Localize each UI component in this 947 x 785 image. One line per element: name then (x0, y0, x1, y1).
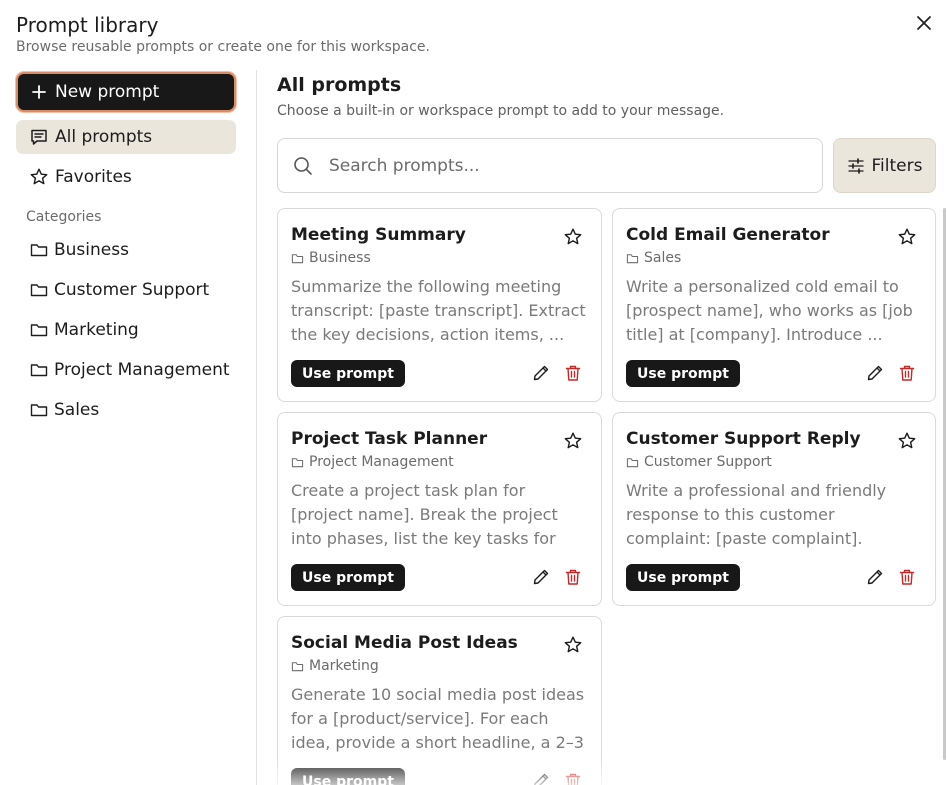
folder-icon (30, 364, 48, 377)
dialog-subtitle: Browse reusable prompts or create one fo… (16, 39, 430, 55)
prompt-category-label: Sales (644, 250, 682, 266)
prompt-description: Generate 10 social media post ideas for … (291, 685, 585, 752)
prompt-name: Project Task Planner (291, 429, 488, 449)
use-prompt-button[interactable]: Use prompt (626, 564, 740, 591)
prompt-description: Summarize the following meeting transcri… (291, 277, 586, 344)
favorite-star-icon[interactable] (897, 227, 917, 247)
delete-trash-icon[interactable] (898, 364, 916, 382)
search-input[interactable] (329, 155, 799, 176)
new-prompt-button[interactable]: New prompt (16, 72, 236, 112)
prompt-card: Meeting Summary Business Summarize the f… (277, 208, 602, 402)
prompt-description: Write a professional and friendly respon… (626, 481, 887, 548)
sidebar-item-label: Marketing (54, 320, 139, 340)
search-field[interactable] (277, 138, 823, 193)
edit-pencil-icon[interactable] (532, 568, 550, 586)
close-button[interactable] (913, 12, 935, 34)
prompt-category-label: Customer Support (644, 454, 772, 470)
categories-heading: Categories (26, 209, 102, 225)
prompt-category-label: Project Management (309, 454, 454, 470)
main-panel: All prompts Choose a built-in or workspa… (277, 72, 937, 119)
close-icon (917, 16, 931, 30)
search-row: Filters (277, 138, 936, 193)
prompt-name: Cold Email Generator (626, 225, 830, 245)
folder-icon (626, 457, 639, 467)
use-prompt-button[interactable]: Use prompt (291, 360, 405, 387)
folder-icon (30, 284, 48, 297)
sidebar-item-sales[interactable]: Sales (16, 390, 236, 430)
delete-trash-icon[interactable] (564, 568, 582, 586)
plus-icon (32, 85, 46, 99)
sidebar-item-customer-support[interactable]: Customer Support (16, 270, 236, 310)
sidebar-item-business[interactable]: Business (16, 230, 236, 270)
sidebar-item-label: Sales (54, 400, 100, 420)
star-icon (30, 168, 48, 185)
folder-icon (291, 253, 304, 263)
sidebar-item-favorites[interactable]: Favorites (16, 160, 236, 194)
search-icon (294, 156, 312, 175)
message-square-icon (31, 129, 47, 145)
use-prompt-button[interactable]: Use prompt (626, 360, 740, 387)
prompt-grid-scroll[interactable]: Meeting Summary Business Summarize the f… (277, 208, 947, 785)
sidebar-item-label: Business (54, 240, 129, 260)
sidebar-divider (256, 70, 257, 785)
delete-trash-icon[interactable] (564, 772, 582, 785)
prompt-description: Create a project task plan for [project … (291, 481, 558, 548)
filters-button[interactable]: Filters (833, 138, 936, 193)
prompt-category: Marketing (291, 658, 588, 674)
sidebar: New prompt All prompts Favorites Categor… (16, 72, 236, 430)
prompt-card: Project Task Planner Project Management … (277, 412, 602, 606)
prompt-name: Customer Support Reply (626, 429, 861, 449)
folder-icon (30, 404, 48, 417)
dialog-title: Prompt library (16, 13, 159, 37)
prompt-name: Meeting Summary (291, 225, 466, 245)
sidebar-item-marketing[interactable]: Marketing (16, 310, 236, 350)
prompt-card: Customer Support Reply Customer Support … (612, 412, 936, 606)
use-prompt-button[interactable]: Use prompt (291, 768, 405, 785)
folder-icon (30, 324, 48, 337)
filters-label: Filters (871, 155, 923, 176)
dialog-header: Prompt library Browse reusable prompts o… (16, 12, 430, 55)
sidebar-item-all-prompts[interactable]: All prompts (16, 120, 236, 154)
prompt-category: Sales (626, 250, 922, 266)
prompt-card: Cold Email Generator Sales Write a perso… (612, 208, 936, 402)
prompt-category: Business (291, 250, 588, 266)
sliders-icon (847, 157, 864, 174)
sidebar-item-label: All prompts (55, 127, 153, 147)
prompt-name: Social Media Post Ideas (291, 633, 518, 653)
favorite-star-icon[interactable] (563, 431, 583, 451)
sidebar-item-label: Customer Support (54, 280, 210, 300)
edit-pencil-icon[interactable] (866, 568, 884, 586)
edit-pencil-icon[interactable] (532, 772, 550, 785)
folder-icon (626, 253, 639, 263)
prompt-category: Project Management (291, 454, 588, 470)
favorite-star-icon[interactable] (563, 227, 583, 247)
folder-icon (30, 244, 48, 257)
page-subtitle: Choose a built-in or workspace prompt to… (277, 103, 725, 119)
favorite-star-icon[interactable] (563, 635, 583, 655)
delete-trash-icon[interactable] (564, 364, 582, 382)
favorite-star-icon[interactable] (897, 431, 917, 451)
prompt-category-label: Marketing (309, 658, 379, 674)
delete-trash-icon[interactable] (898, 568, 916, 586)
prompt-category: Customer Support (626, 454, 922, 470)
sidebar-item-label: Project Management (54, 360, 230, 380)
use-prompt-button[interactable]: Use prompt (291, 564, 405, 591)
sidebar-item-project-management[interactable]: Project Management (16, 350, 236, 390)
scrollbar[interactable] (943, 208, 946, 760)
edit-pencil-icon[interactable] (532, 364, 550, 382)
prompt-card: Social Media Post Ideas Marketing Genera… (277, 616, 602, 785)
prompt-grid: Meeting Summary Business Summarize the f… (277, 208, 947, 785)
edit-pencil-icon[interactable] (866, 364, 884, 382)
new-prompt-label: New prompt (55, 82, 160, 102)
prompt-description: Write a personalized cold email to [pros… (626, 277, 913, 344)
page-title: All prompts (277, 74, 402, 96)
folder-icon (291, 457, 304, 467)
prompt-category-label: Business (309, 250, 371, 266)
sidebar-item-label: Favorites (55, 167, 132, 187)
folder-icon (291, 661, 304, 671)
